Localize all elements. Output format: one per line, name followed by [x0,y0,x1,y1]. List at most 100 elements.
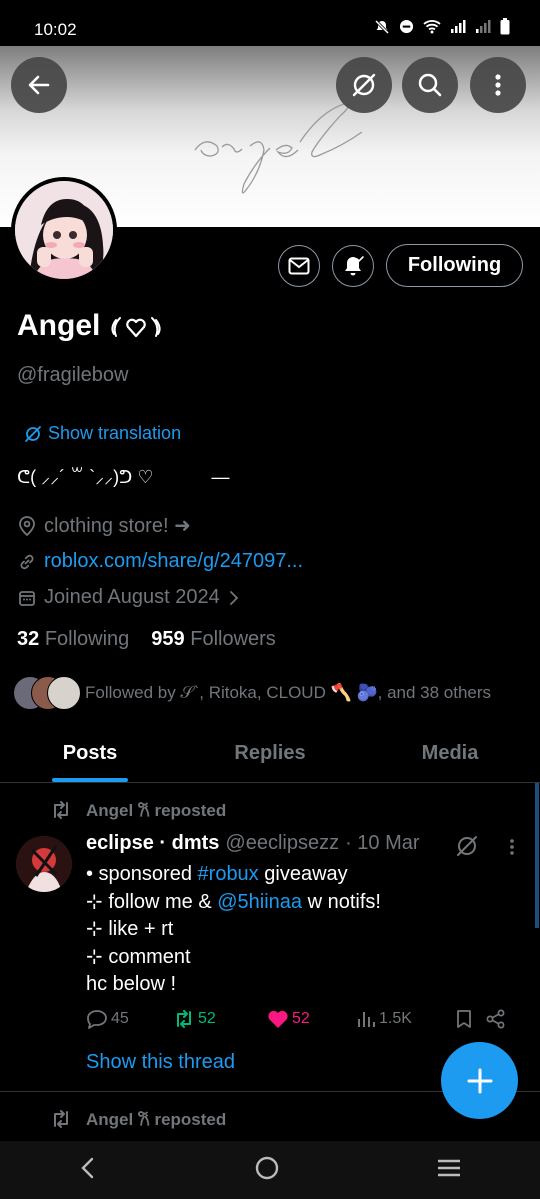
post-line: hc below ! [86,973,177,995]
scrollbar[interactable] [535,783,539,928]
post-body: • sponsored #robux giveaway ⊹ follow me … [86,861,381,999]
profile-tabs: Posts Replies Media [0,725,540,783]
chevron-right-icon [229,590,238,605]
bell-check-icon [345,256,364,276]
nav-home-button[interactable] [254,1155,280,1186]
joined-row[interactable]: Joined August 2024 [18,586,240,609]
mute-icon [374,19,390,34]
location-row: clothing store! ➜ [18,513,191,538]
translate-button[interactable] [336,57,392,113]
post-author-handle[interactable]: @eeclipsezz [225,832,339,855]
tab-media[interactable]: Media [360,725,540,782]
compose-button[interactable] [441,1042,518,1119]
tab-active-indicator [52,778,128,782]
repost-label: Angel 𐙚 reposted [86,1110,227,1129]
calendar-icon [19,590,35,606]
followers-count: 959 [151,628,185,650]
show-translation-link[interactable]: Show translation [24,423,181,444]
share-button[interactable] [486,1009,506,1029]
post-actions: 45 52 52 1.5K [86,1009,516,1029]
repost-button[interactable]: 52 [173,1010,267,1028]
website-link[interactable]: roblox.com/share/g/247097... [44,550,303,573]
bio-dash: — [211,466,230,487]
message-button[interactable] [278,245,320,287]
profile-name: Angel [17,309,166,343]
tab-replies-label: Replies [234,742,306,764]
more-vertical-icon [495,74,501,96]
menu-lines-icon [438,1159,460,1176]
followers-count-link[interactable]: 959 Followers [151,628,276,651]
bio-kaomoji: ᕦ( ⸝⸝´ ꒳ `⸝⸝)ᕤ ♡ [17,467,154,487]
link-icon [20,554,34,569]
post-more-button[interactable] [508,838,516,861]
repost-count: 52 [198,1010,216,1027]
mention-link[interactable]: @5hiinaa [217,891,302,913]
notifications-button[interactable] [332,245,374,287]
profile-handle: @fragilebow [17,364,129,386]
profile-bio: ᕦ( ⸝⸝´ ꒳ `⸝⸝)ᕤ ♡ — [17,465,229,489]
nav-recents-button[interactable] [436,1157,462,1184]
post-line: ⊹ comment [86,945,191,968]
show-thread-link[interactable]: Show this thread [86,1051,235,1074]
reply-count: 45 [111,1010,129,1027]
website-row[interactable]: roblox.com/share/g/247097... [18,550,303,573]
home-circle-icon [255,1156,279,1179]
tab-posts[interactable]: Posts [0,725,180,782]
followed-by-row[interactable]: Followed by 𝒮`, Ritoka, CLOUD 🪓 🫐, and 3… [13,676,491,710]
post-text: ⊹ follow me & [86,890,212,913]
post-line: • sponsored #robux giveaway [86,861,381,889]
location-text: clothing store! ➜ [44,515,191,537]
following-count-link[interactable]: 32 Following [17,628,129,651]
show-translation-label: Show translation [48,423,182,443]
post-line: ⊹ follow me & @5hiinaa w notifs! [86,889,381,917]
tab-media-label: Media [421,742,479,764]
translate-icon [25,425,41,442]
more-vertical-icon [510,839,514,855]
avatar [47,676,81,710]
post-text: w notifs! [307,890,381,913]
following-label: Following [44,628,130,650]
plus-icon [467,1068,492,1093]
reply-button[interactable]: 45 [86,1009,173,1029]
battery-icon [500,18,510,35]
post-line: ⊹ like + rt [86,918,174,940]
like-button[interactable]: 52 [267,1009,356,1029]
system-nav-bar [0,1141,540,1199]
follow-counts: 32 Following 959 Followers [17,628,276,651]
repost-icon [177,1010,191,1028]
profile-avatar[interactable] [11,177,117,283]
status-time: 10:02 [34,20,77,39]
back-button[interactable] [11,57,67,113]
status-icons [374,18,510,35]
post-translate-button[interactable] [455,834,479,863]
followers-label: Followers [190,628,276,650]
analytics-icon [358,1012,375,1027]
repost-icon [54,1109,68,1128]
post-text: giveaway [264,863,348,885]
nav-back-button[interactable] [78,1156,98,1185]
arrow-left-icon [28,75,50,95]
post-author-name[interactable]: eclipse · dmts [86,832,219,855]
like-count: 52 [292,1010,310,1027]
post-author-avatar[interactable] [16,836,72,892]
repost-indicator: Angel 𐙚 reposted [50,1107,226,1130]
repost-indicator: Angel 𐙚 reposted [50,798,226,821]
chevron-left-icon [81,1157,94,1178]
signal-weak-icon [476,20,491,33]
wifi-icon [423,20,441,34]
following-button[interactable]: Following [386,244,523,287]
hashtag-link[interactable]: #robux [198,863,259,885]
views-button[interactable]: 1.5K [356,1010,456,1028]
followed-by-avatars [13,676,81,710]
post-text: • sponsored [86,863,192,885]
tab-replies[interactable]: Replies [180,725,360,782]
dnd-icon [399,19,414,34]
reply-icon [87,1010,107,1029]
translate-icon [352,73,376,97]
search-button[interactable] [402,57,458,113]
bookmark-button[interactable] [456,1009,486,1029]
repost-icon [54,800,68,819]
winged-heart-icon [111,317,161,338]
more-options-button[interactable] [470,57,526,113]
joined-text: Joined August 2024 [44,586,220,608]
